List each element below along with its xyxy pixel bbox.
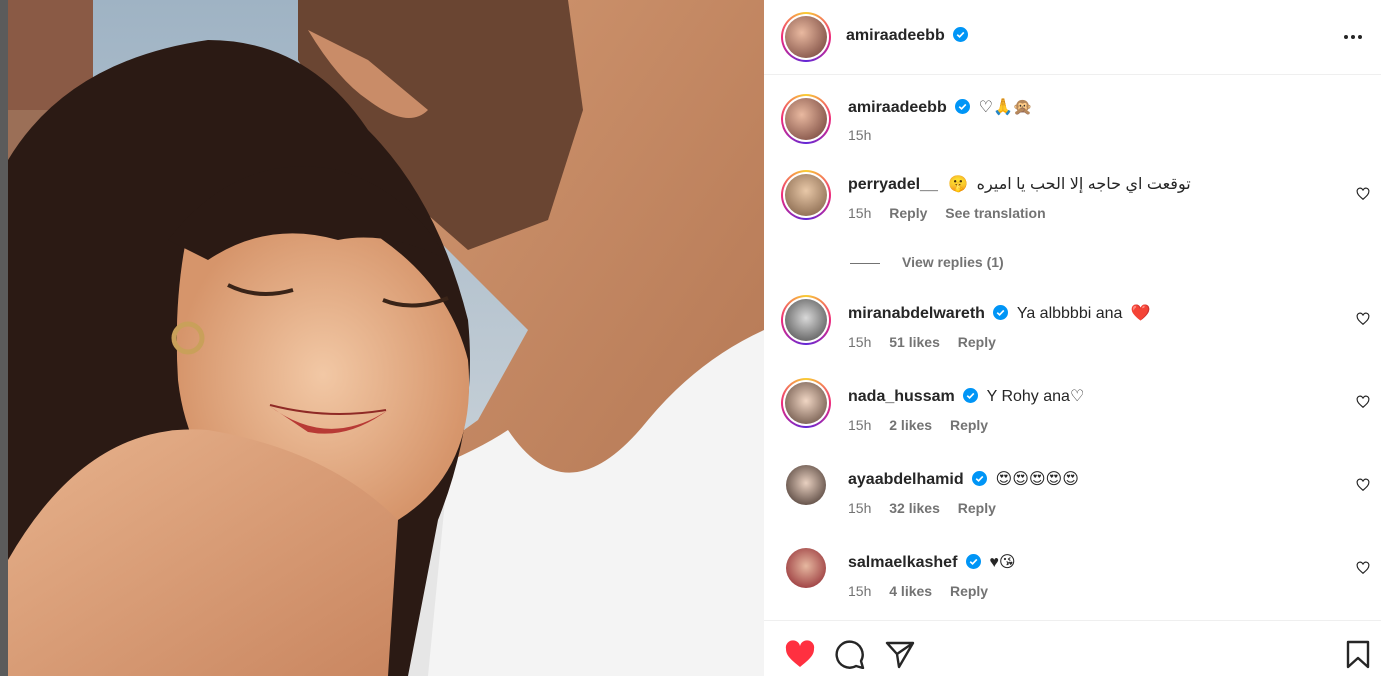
caption-time: 15h [848,127,872,143]
comment-text: Y Rohy ana♡ [986,388,1085,405]
verified-badge-icon [972,471,988,486]
view-replies-button[interactable]: View replies (1) [850,254,1004,270]
comment-line: ayaabdelhamid 😍😍😍😍😍 [848,469,1079,489]
comment-line: perryadel__ 🤫 توقعت اي حاجه إلا الحب يا … [848,174,1191,194]
caption-row: amiraadeebb ♡🙏🙊 15h [764,90,1381,150]
more-options-icon[interactable] [1342,28,1364,46]
caption-avatar[interactable] [781,94,831,144]
reply-button[interactable]: Reply [958,334,996,350]
comment-meta: 15h 2 likes Reply [848,417,1002,433]
reply-button[interactable]: Reply [958,500,996,516]
comment-meta: 15h 4 likes Reply [848,583,1002,599]
comment-likes[interactable]: 32 likes [889,500,940,516]
post-action-bar [764,620,1381,676]
verified-badge-icon [953,27,969,42]
post-image [8,0,764,676]
like-comment-heart-icon[interactable] [1356,187,1370,201]
comment-row: perryadel__ 🤫 توقعت اي حاجه إلا الحب يا … [764,170,1381,230]
comment-text: توقعت اي حاجه إلا الحب يا اميره [976,176,1191,193]
comment-avatar[interactable] [781,295,831,345]
comment-text: ♥😘 [989,554,1016,571]
reply-button[interactable]: Reply [950,417,988,433]
post-detail-panel: amiraadeebb amiraadeebb ♡🙏🙊 15h perryade… [764,0,1381,676]
author-info: amiraadeebb [846,27,969,45]
like-comment-heart-icon[interactable] [1356,561,1370,575]
comment-meta: 15h 51 likes Reply [848,334,1010,350]
reply-button[interactable]: Reply [889,205,927,221]
like-comment-heart-icon[interactable] [1356,478,1370,492]
reply-button[interactable]: Reply [950,583,988,599]
see-translation-button[interactable]: See translation [945,205,1045,221]
verified-badge-icon [963,388,979,403]
comment-row: ayaabdelhamid 😍😍😍😍😍 15h 32 likes Reply [764,461,1381,521]
comment-row: nada_hussam Y Rohy ana♡ 15h 2 likes Repl… [764,378,1381,438]
comment-row: miranabdelwareth Ya albbbbi ana ❤️ 15h 5… [764,295,1381,355]
comment-time: 15h [848,205,872,221]
comment-emoji: 🤫 [948,176,969,193]
caption-username[interactable]: amiraadeebb [848,99,947,116]
comment-time: 15h [848,334,872,350]
heart-icon[interactable] [784,639,816,669]
comment-likes[interactable]: 2 likes [889,417,932,433]
comment-line: miranabdelwareth Ya albbbbi ana ❤️ [848,303,1151,323]
comment-emoji: ❤️ [1130,305,1151,322]
author-avatar[interactable] [781,12,831,62]
share-icon[interactable] [884,639,916,669]
comment-username[interactable]: salmaelkashef [848,554,957,571]
caption-line: amiraadeebb ♡🙏🙊 [848,97,1033,117]
comment-avatar[interactable] [781,378,831,428]
post-photo[interactable] [8,0,764,676]
left-edge-strip [0,0,8,676]
comment-icon[interactable] [834,639,866,669]
comment-line: salmaelkashef ♥😘 [848,552,1016,572]
comment-time: 15h [848,583,872,599]
comment-likes[interactable]: 51 likes [889,334,940,350]
comment-text: Ya albbbbi ana [1016,305,1123,322]
comment-time: 15h [848,417,872,433]
caption-text: ♡🙏🙊 [978,99,1033,116]
replies-divider [850,262,880,264]
comment-username[interactable]: miranabdelwareth [848,305,985,322]
verified-badge-icon [993,305,1009,320]
comment-username[interactable]: perryadel__ [848,176,938,193]
comment-avatar[interactable] [786,465,826,505]
caption-meta: 15h [848,127,885,143]
post-header: amiraadeebb [764,0,1381,75]
verified-badge-icon [965,554,981,569]
comment-avatar[interactable] [786,548,826,588]
comment-time: 15h [848,500,872,516]
comment-text: 😍😍😍😍😍 [995,471,1079,488]
comment-avatar[interactable] [781,170,831,220]
verified-badge-icon [955,99,971,114]
comment-meta: 15h Reply See translation [848,205,1060,221]
bookmark-icon[interactable] [1342,639,1374,669]
comment-meta: 15h 32 likes Reply [848,500,1010,516]
comment-username[interactable]: nada_hussam [848,388,955,405]
author-username[interactable]: amiraadeebb [846,27,945,44]
comment-username[interactable]: ayaabdelhamid [848,471,964,488]
view-replies-label: View replies (1) [902,254,1004,270]
comment-row: salmaelkashef ♥😘 15h 4 likes Reply [764,544,1381,604]
like-comment-heart-icon[interactable] [1356,395,1370,409]
comment-line: nada_hussam Y Rohy ana♡ [848,386,1084,406]
like-comment-heart-icon[interactable] [1356,312,1370,326]
comment-likes[interactable]: 4 likes [889,583,932,599]
comments-list: amiraadeebb ♡🙏🙊 15h perryadel__ 🤫 توقعت … [764,75,1381,620]
